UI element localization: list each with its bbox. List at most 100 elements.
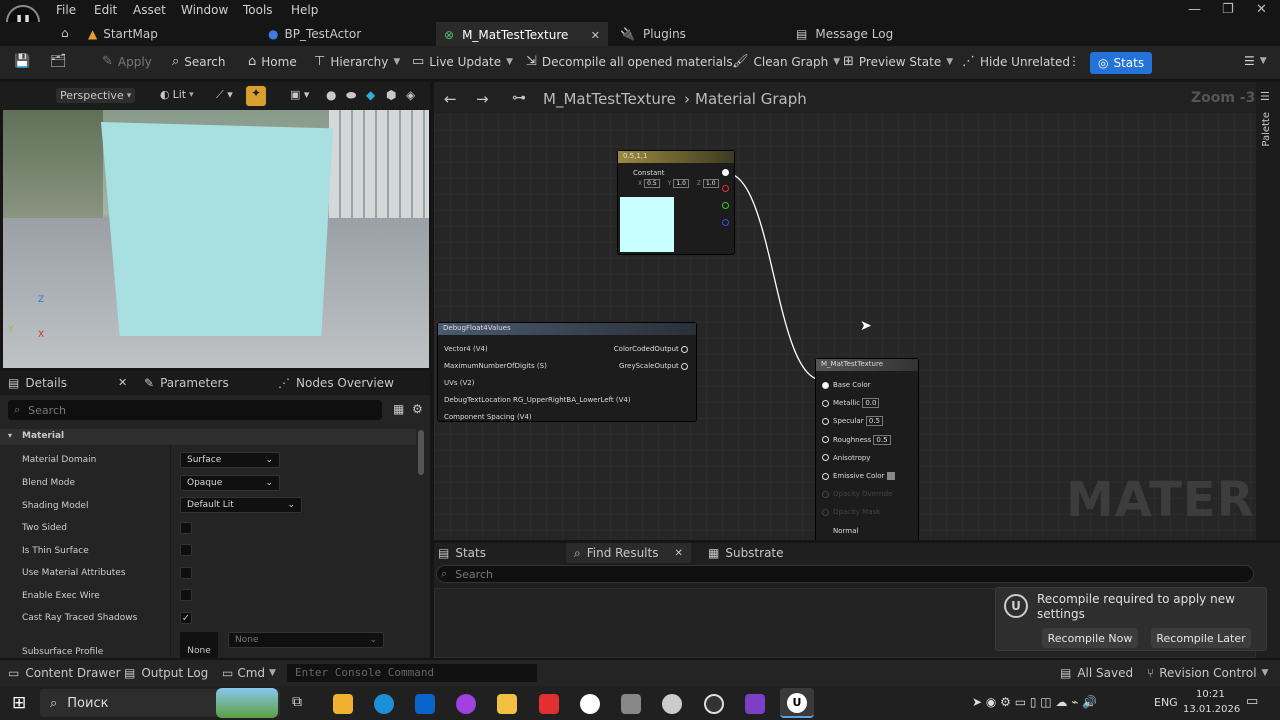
material-output-node[interactable]: M_MatTestTexture Base Color Metallic 0.0… — [815, 358, 919, 540]
material-domain-select[interactable]: Surface ⌄ — [180, 452, 280, 468]
tab-plugins[interactable]: 🔌 Plugins — [620, 22, 780, 46]
two-sided-checkbox[interactable] — [180, 522, 192, 534]
file-explorer-icon[interactable] — [497, 694, 517, 714]
output-pin[interactable]: GreyScaleOutput — [614, 358, 692, 375]
teapot-icon[interactable]: ◈ — [406, 88, 415, 102]
metallic-input[interactable]: 0.0 — [862, 398, 880, 409]
tab-nodes-overview[interactable]: ⋰ Nodes Overview — [278, 376, 394, 390]
specular-input[interactable]: 0.5 — [865, 416, 883, 427]
constant-node[interactable]: 0.5,1,1 Constant X 0.5 Y 1.0 Z 1.0 — [617, 150, 735, 255]
close-details-icon[interactable]: ✕ — [118, 376, 127, 389]
task-view-icon[interactable]: ⧉ — [292, 694, 302, 710]
clock-time[interactable]: 10:21 — [1196, 689, 1225, 700]
home-button[interactable]: ⌂ Home — [248, 54, 297, 69]
output-r-pin-icon[interactable] — [722, 185, 729, 192]
material-attributes-checkbox[interactable] — [180, 567, 192, 579]
home-icon[interactable]: ⌂ — [61, 26, 69, 40]
menu-window[interactable]: Window — [181, 3, 228, 17]
blend-mode-select[interactable]: Opaque ⌄ — [180, 475, 280, 491]
palette-tab[interactable]: Palette — [1261, 112, 1272, 147]
table-view-icon[interactable]: ▦ — [393, 402, 404, 416]
pin-base-color[interactable]: Base Color — [822, 376, 895, 394]
tab-parameters[interactable]: ✎ Parameters — [144, 376, 229, 390]
subsurface-profile-select[interactable]: None ⌄ — [228, 632, 384, 648]
cmd-dropdown[interactable]: ▭ Cmd ▼ — [222, 666, 276, 680]
restore-icon[interactable]: ❐ — [1222, 2, 1234, 17]
clean-graph-button[interactable]: 🖌 Clean Graph ▼ — [732, 54, 840, 69]
more-options-icon[interactable]: ⋮ — [1068, 54, 1080, 68]
shading-model-select[interactable]: Default Lit ⌄ — [180, 497, 302, 513]
input-pin[interactable]: Component Spacing (V4) — [444, 409, 631, 426]
tab-bp-testactor[interactable]: ● BP_TestActor — [268, 22, 433, 46]
minimize-icon[interactable]: — — [1188, 2, 1201, 17]
menu-tools[interactable]: Tools — [243, 3, 273, 17]
output-log-button[interactable]: ▤ Output Log — [124, 666, 208, 680]
preview-state-button[interactable]: ⊞ Preview State ▼ — [843, 54, 953, 69]
scrollbar[interactable] — [418, 430, 424, 475]
pin-roughness[interactable]: Roughness 0.5 — [822, 431, 895, 449]
tab-message-log[interactable]: ▤ Message Log — [796, 22, 956, 46]
clock-date[interactable]: 13.01.2026 — [1183, 704, 1240, 715]
ray-traced-shadows-checkbox[interactable]: ✓ — [180, 612, 192, 624]
visual-studio-icon[interactable] — [745, 694, 765, 714]
content-drawer-button[interactable]: ▭ Content Drawer — [8, 666, 121, 680]
close-tab-icon[interactable]: ✕ — [591, 29, 600, 42]
close-window-icon[interactable]: ✕ — [1256, 2, 1267, 17]
constant-x-input[interactable]: 0.5 — [644, 179, 660, 188]
tab-substrate[interactable]: ▦ Substrate — [708, 546, 784, 560]
save-icon[interactable]: 💾 — [14, 54, 30, 69]
pin-metallic[interactable]: Metallic 0.0 — [822, 394, 895, 412]
search-button[interactable]: ⌕ Search — [172, 54, 226, 69]
output-b-pin-icon[interactable] — [722, 219, 729, 226]
plane-icon[interactable]: ◆ — [366, 88, 375, 102]
unreal-taskbar-button[interactable]: U — [780, 688, 814, 718]
hierarchy-button[interactable]: ⊤ Hierarchy ▼ — [314, 54, 400, 69]
edge-icon[interactable] — [374, 694, 394, 714]
find-search-input[interactable]: ⌕ Search — [436, 565, 1254, 583]
input-pin[interactable]: DebugTextLocation RG_UpperRightBA_LowerL… — [444, 392, 631, 409]
pin-normal[interactable]: Normal — [822, 522, 895, 540]
tray-icons[interactable]: ➤ ◉ ⚙ ▭ ▯ ◫ ☁ ⌁ 🔊 — [972, 695, 1097, 709]
store-icon[interactable] — [333, 694, 353, 714]
tab-m-mattesttexture[interactable]: ⊗ M_MatTestTexture ✕ — [436, 22, 608, 46]
cube-icon[interactable]: ⬢ — [386, 88, 396, 102]
output-g-pin-icon[interactable] — [722, 202, 729, 209]
menu-edit[interactable]: Edit — [94, 3, 117, 17]
live-update-button[interactable]: ▭ Live Update ▼ — [412, 54, 513, 69]
yandex-browser-icon[interactable] — [580, 694, 600, 714]
input-pin[interactable]: UVs (V2) — [444, 375, 631, 392]
outlook-icon[interactable] — [415, 694, 435, 714]
pin-emissive-color[interactable]: Emissive Color — [822, 467, 895, 485]
realtime-icon[interactable]: ✦ — [246, 86, 266, 106]
hide-unrelated-button[interactable]: ⋰ Hide Unrelated — [962, 54, 1070, 69]
constant-z-input[interactable]: 1.0 — [703, 179, 719, 188]
emissive-swatch[interactable] — [886, 472, 895, 481]
menu-asset[interactable]: Asset — [133, 3, 166, 17]
show-icon[interactable]: ▣ ▾ — [290, 88, 309, 101]
app-icon[interactable] — [456, 694, 476, 714]
pin-anisotropy[interactable]: Anisotropy — [822, 449, 895, 467]
input-pin[interactable]: Vector4 (V4) — [444, 341, 631, 358]
app2-icon[interactable] — [662, 694, 682, 714]
input-pin[interactable]: MaximumNumberOfDigits (S) — [444, 358, 631, 375]
revision-control-button[interactable]: ⑂ Revision Control ▼ — [1147, 666, 1268, 680]
menu-file[interactable]: File — [56, 3, 76, 17]
recompile-later-button[interactable]: Recompile Later — [1151, 628, 1251, 648]
preview-viewport[interactable]: Z Y X — [3, 110, 429, 368]
tab-startmap[interactable]: ▲ StartMap — [88, 22, 258, 46]
browse-icon[interactable]: 🗂 — [50, 54, 67, 69]
cylinder-icon[interactable]: ⬬ — [346, 88, 356, 103]
tab-find-results[interactable]: ⌕ Find Results ✕ — [566, 543, 691, 563]
archive-icon[interactable] — [621, 694, 641, 714]
pin-specular[interactable]: Specular 0.5 — [822, 412, 895, 430]
yandex-icon[interactable] — [539, 694, 559, 714]
debug-float4-node[interactable]: DebugFloat4Values Vector4 (V4) MaximumNu… — [437, 322, 697, 422]
output-pin-icon[interactable] — [722, 169, 729, 176]
exec-wire-checkbox[interactable] — [180, 589, 192, 601]
settings-icon[interactable]: ⚙ — [412, 402, 423, 416]
notifications-icon[interactable]: ▭ — [1246, 694, 1258, 709]
thin-surface-checkbox[interactable] — [180, 544, 192, 556]
tab-stats[interactable]: ▤ Stats — [438, 546, 486, 560]
output-pin[interactable]: ColorCodedOutput — [614, 341, 692, 358]
all-saved-indicator[interactable]: ▤ All Saved — [1060, 666, 1133, 680]
